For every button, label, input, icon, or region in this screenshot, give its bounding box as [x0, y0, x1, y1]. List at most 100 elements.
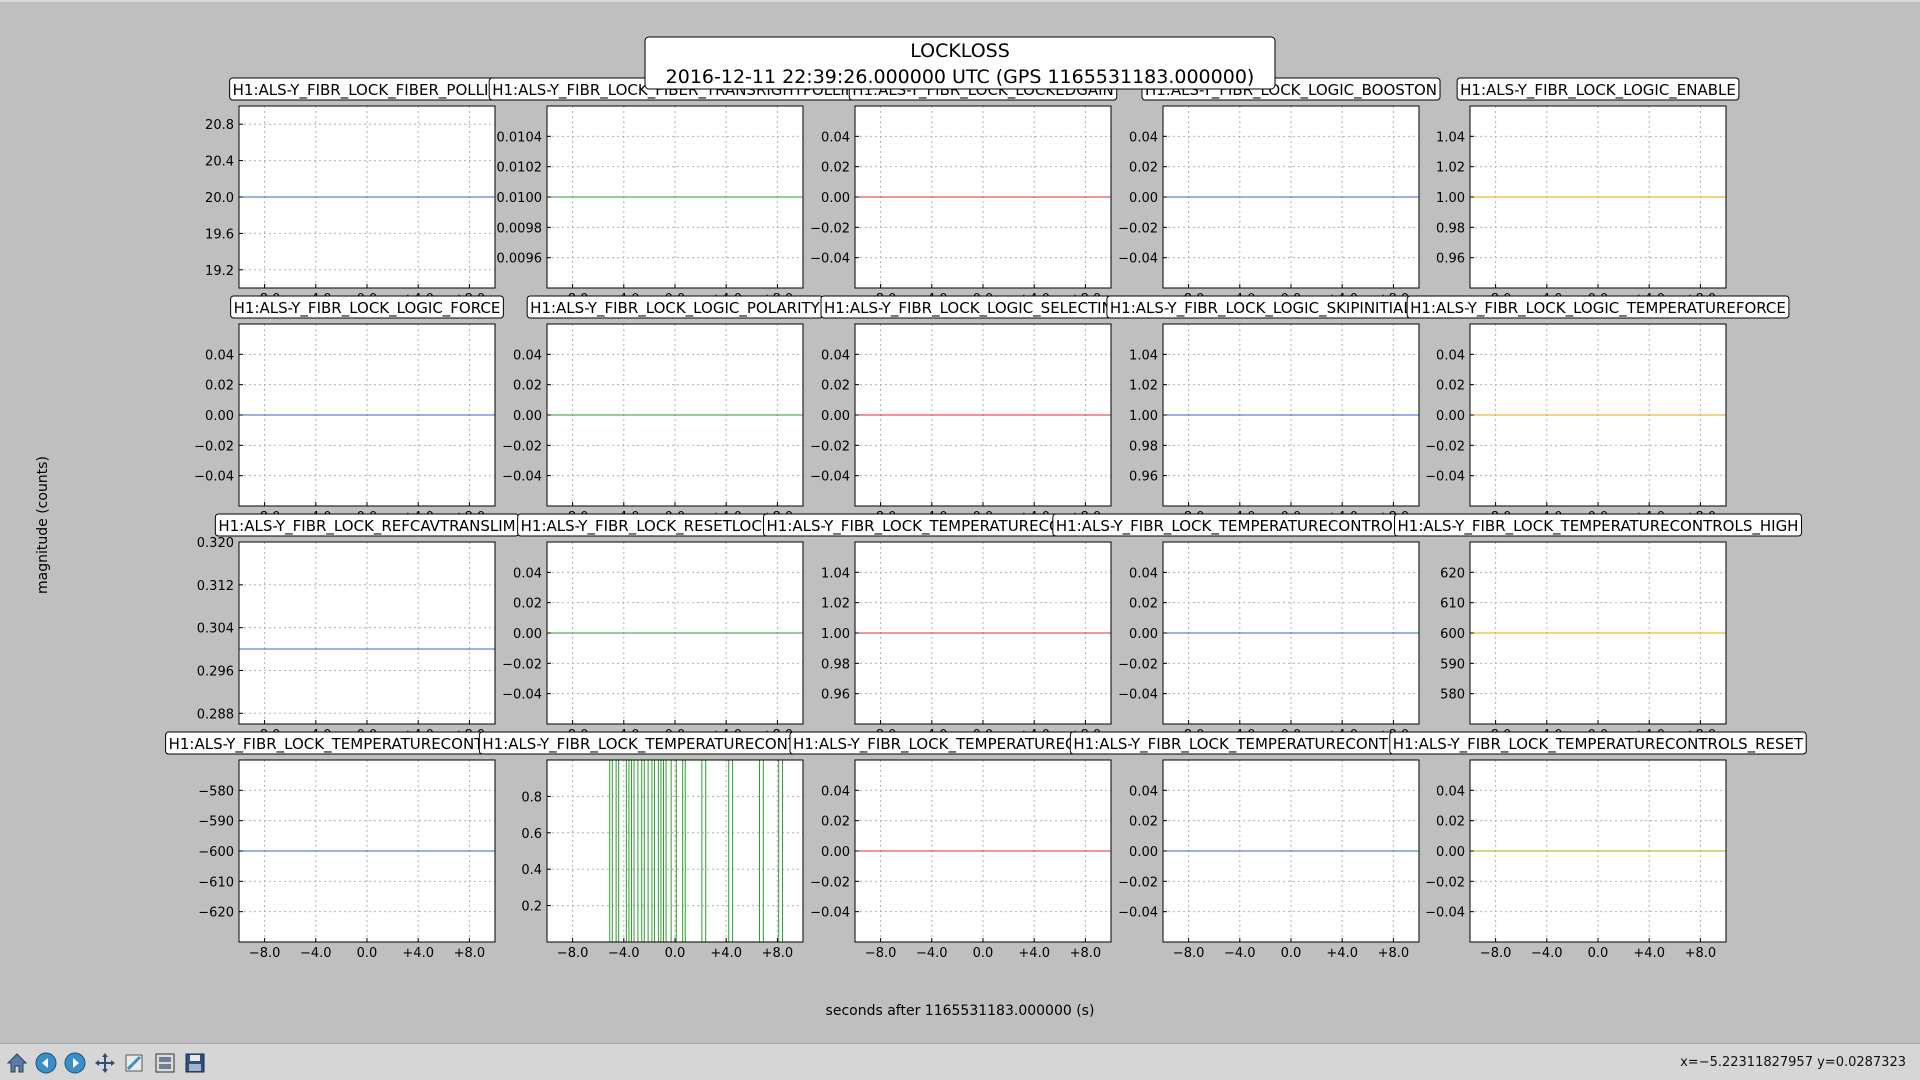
y-tick-label: 19.6: [205, 227, 234, 242]
y-tick-label: −0.04: [1425, 470, 1465, 485]
y-tick-label: 0.0098: [497, 221, 543, 236]
y-tick-label: 0.00: [513, 409, 542, 424]
pan-button[interactable]: [92, 1050, 118, 1076]
x-tick-label: +4.0: [710, 946, 742, 961]
subplots-icon: [155, 1053, 175, 1073]
zoom-button[interactable]: [122, 1050, 148, 1076]
navigation-toolbar: x=−5.22311827957 y=0.0287323: [0, 1043, 1920, 1080]
y-tick-label: 0.04: [821, 784, 850, 799]
x-tick-label: −8.0: [249, 946, 281, 961]
y-tick-label: 0.98: [1436, 221, 1465, 236]
subplot-h1-als-y-fibr-lock-logic-force[interactable]: −8.0−4.00.0+4.0+8.00.040.020.00−0.02−0.0…: [194, 323, 496, 525]
y-tick-label: −0.02: [810, 875, 850, 890]
y-tick-label: −620: [198, 906, 234, 921]
figure-subtitle: 2016-12-11 22:39:26.000000 UTC (GPS 1165…: [666, 66, 1255, 88]
subplot-h1-als-y-fibr-lock-lockedgain[interactable]: −8.0−4.00.0+4.0+8.00.040.020.00−0.02−0.0…: [810, 105, 1112, 307]
subplot-h1-als-y-fibr-lock-fiber-transrightpollim[interactable]: −8.0−4.00.0+4.0+8.00.01040.01020.01000.0…: [497, 105, 804, 307]
y-tick-label: −0.04: [502, 470, 542, 485]
subplot-title-text: H1:ALS-Y_FIBR_LOCK_TEMPERATURECONTROLS_R…: [1393, 735, 1804, 754]
home-icon: [6, 1053, 28, 1073]
subplot-h1-als-y-fibr-lock-temperaturecontrols-enabled[interactable]: −8.0−4.00.0+4.0+8.01.041.021.000.980.96: [821, 541, 1112, 743]
subplot-title-text: H1:ALS-Y_FIBR_LOCK_TEMPERATURECONTROLS_H…: [1398, 517, 1799, 536]
figure-title: LOCKLOSS: [910, 40, 1010, 62]
subplot-h1-als-y-fibr-lock-refcavtranslim[interactable]: −8.0−4.00.0+4.0+8.00.3200.3120.3040.2960…: [197, 536, 496, 743]
subplot-h1-als-y-fibr-lock-resetlocklosses[interactable]: −8.0−4.00.0+4.0+8.00.040.020.00−0.02−0.0…: [502, 541, 804, 743]
x-tick-label: +8.0: [454, 946, 486, 961]
subplot-h1-als-y-fibr-lock-temperaturecontrols-low[interactable]: −8.0 −4.0 0.0 +4.0 +8.0 −580 −590 −600 −610 −620: [198, 759, 496, 961]
y-tick-label: 0.02: [1129, 597, 1158, 612]
y-tick-label: 1.04: [1129, 348, 1158, 363]
y-tick-label: −0.02: [1118, 875, 1158, 890]
subplot-h1-als-y-fibr-lock-fiber-pollim[interactable]: −8.0−4.00.0+4.0+8.020.820.420.019.619.2: [205, 105, 496, 307]
subplot-h1-als-y-fibr-lock-temperaturecontrols-reset[interactable]: −8.0 −4.0 0.0 +4.0 +8.0 0.04 0.02 0.00 −0.02 −0.0…: [1425, 759, 1727, 961]
subplot-h1-als-y-fibr-lock-temperaturecontrols-polarity[interactable]: −8.0 −4.0 0.0 +4.0 +8.0 0.04 0.02 0.00 −0.02 −0.0…: [1118, 759, 1420, 961]
subplot-h1-als-y-fibr-lock-temperaturecontrols-pf[interactable]: −8.0 −4.0 0.0 +4.0 +8.0 0.04 0.02 0.00 −0.02 −0.0…: [810, 759, 1112, 961]
x-tick-label: −4.0: [608, 946, 640, 961]
save-button[interactable]: [182, 1050, 208, 1076]
subplot-title-text: H1:ALS-Y_FIBR_LOCK_FIBER_POLLIM: [233, 81, 502, 100]
subplot-h1-als-y-fibr-lock-temperaturecontrols-high[interactable]: −8.0−4.00.0+4.0+8.0620610600590580: [1440, 541, 1727, 743]
y-tick-label: −0.04: [1118, 252, 1158, 267]
subplot-h1-als-y-fibr-lock-logic-selectinput[interactable]: −8.0−4.00.0+4.0+8.00.040.020.00−0.02−0.0…: [810, 323, 1112, 525]
x-tick-label: +4.0: [402, 946, 434, 961]
x-axis-label: seconds after 1165531183.000000 (s): [826, 1003, 1095, 1019]
y-tick-label: 0.04: [1129, 566, 1158, 581]
y-tick-label: 1.00: [1436, 191, 1465, 206]
y-tick-label: −610: [198, 875, 234, 890]
y-tick-label: 0.02: [1129, 815, 1158, 830]
subplot-title-text: H1:ALS-Y_FIBR_LOCK_LOGIC_FORCE: [234, 299, 501, 318]
y-tick-label: −590: [198, 815, 234, 830]
back-button[interactable]: [33, 1050, 59, 1076]
y-tick-label: 0.296: [197, 664, 234, 679]
y-tick-label: 0.02: [513, 379, 542, 394]
x-tick-label: +8.0: [1685, 946, 1717, 961]
y-tick-label: 0.8: [521, 790, 542, 805]
y-tick-label: 590: [1440, 657, 1465, 672]
y-tick-label: −600: [198, 845, 234, 860]
y-tick-label: −0.04: [810, 906, 850, 921]
lockloss-figure[interactable]: −8.0 −4.0 0.0 +4.0 +8.0 20.8 20.4 20.0 19.6 19.2 −…: [0, 2, 1920, 1043]
y-tick-label: 0.98: [821, 657, 850, 672]
figure-canvas[interactable]: −8.0 −4.0 0.0 +4.0 +8.0 20.8 20.4 20.0 19.6 19.2 −…: [0, 0, 1920, 1043]
y-tick-label: 1.02: [1129, 379, 1158, 394]
x-tick-label: 0.0: [665, 946, 686, 961]
x-tick-label: −8.0: [557, 946, 589, 961]
y-tick-label: 1.04: [1436, 130, 1465, 145]
y-tick-label: 0.2: [521, 900, 542, 915]
x-tick-label: −4.0: [916, 946, 948, 961]
y-tick-label: 0.02: [1436, 815, 1465, 830]
y-tick-label: 0.00: [1129, 627, 1158, 642]
subplot-h1-als-y-fibr-lock-logic-booston[interactable]: −8.0−4.00.0+4.0+8.00.040.020.00−0.02−0.0…: [1118, 105, 1420, 307]
subplot-h1-als-y-fibr-lock-temperaturecontrols-errorsignal[interactable]: −8.0−4.00.0+4.0+8.00.040.020.00−0.02−0.0…: [1118, 541, 1420, 743]
y-tick-label: 0.02: [821, 379, 850, 394]
subplot-h1-als-y-fibr-lock-logic-enable[interactable]: −8.0−4.00.0+4.0+8.01.041.021.000.980.96: [1436, 105, 1727, 307]
x-tick-label: 0.0: [1281, 946, 1302, 961]
y-tick-label: 0.02: [513, 597, 542, 612]
home-button[interactable]: [4, 1050, 30, 1076]
subplot-title-h1-als-y-fibr-lock-fiber-pollim: H1:ALS-Y_FIBR_LOCK_FIBER_POLLIM: [229, 77, 505, 101]
subplots-button[interactable]: [152, 1050, 178, 1076]
y-axis-label: magnitude (counts): [35, 456, 51, 594]
y-tick-label: −0.02: [1425, 439, 1465, 454]
y-tick-label: −0.04: [1118, 906, 1158, 921]
y-tick-label: 580: [1440, 688, 1465, 703]
subplot-title-h1-als-y-fibr-lock-temperaturecontrols-high: H1:ALS-Y_FIBR_LOCK_TEMPERATURECONTROLS_H…: [1394, 513, 1802, 537]
y-tick-label: 0.320: [197, 536, 234, 551]
y-tick-label: 0.04: [1129, 784, 1158, 799]
subplot-h1-als-y-fibr-lock-logic-polarity[interactable]: −8.0−4.00.0+4.0+8.00.040.020.00−0.02−0.0…: [502, 323, 804, 525]
y-tick-label: 0.04: [1129, 130, 1158, 145]
forward-button[interactable]: [62, 1050, 88, 1076]
subplot-h1-als-y-fibr-lock-logic-skipinitialization[interactable]: −8.0−4.00.0+4.0+8.01.041.021.000.980.96: [1129, 323, 1420, 525]
subplot-h1-als-y-fibr-lock-logic-temperatureforce[interactable]: −8.0−4.00.0+4.0+8.00.040.020.00−0.02−0.0…: [1425, 323, 1727, 525]
y-tick-label: 0.288: [197, 707, 234, 722]
y-tick-label: 0.0102: [497, 161, 543, 176]
y-tick-label: 19.2: [205, 264, 234, 279]
pan-icon: [95, 1053, 115, 1073]
y-tick-label: −0.02: [502, 657, 542, 672]
y-tick-label: 0.0096: [497, 252, 543, 267]
subplot-title-h1-als-y-fibr-lock-temperaturecontrols-reset: H1:ALS-Y_FIBR_LOCK_TEMPERATURECONTROLS_R…: [1389, 731, 1807, 755]
y-tick-label: 0.04: [1436, 348, 1465, 363]
x-tick-label: +4.0: [1633, 946, 1665, 961]
x-tick-label: 0.0: [357, 946, 378, 961]
subplot-h1-als-y-fibr-lock-temperaturecontrols-on[interactable]: −8.0 −4.0 0.0 +4.0 +8.0 0.8 0.6 0.4 0.2: [521, 759, 804, 961]
